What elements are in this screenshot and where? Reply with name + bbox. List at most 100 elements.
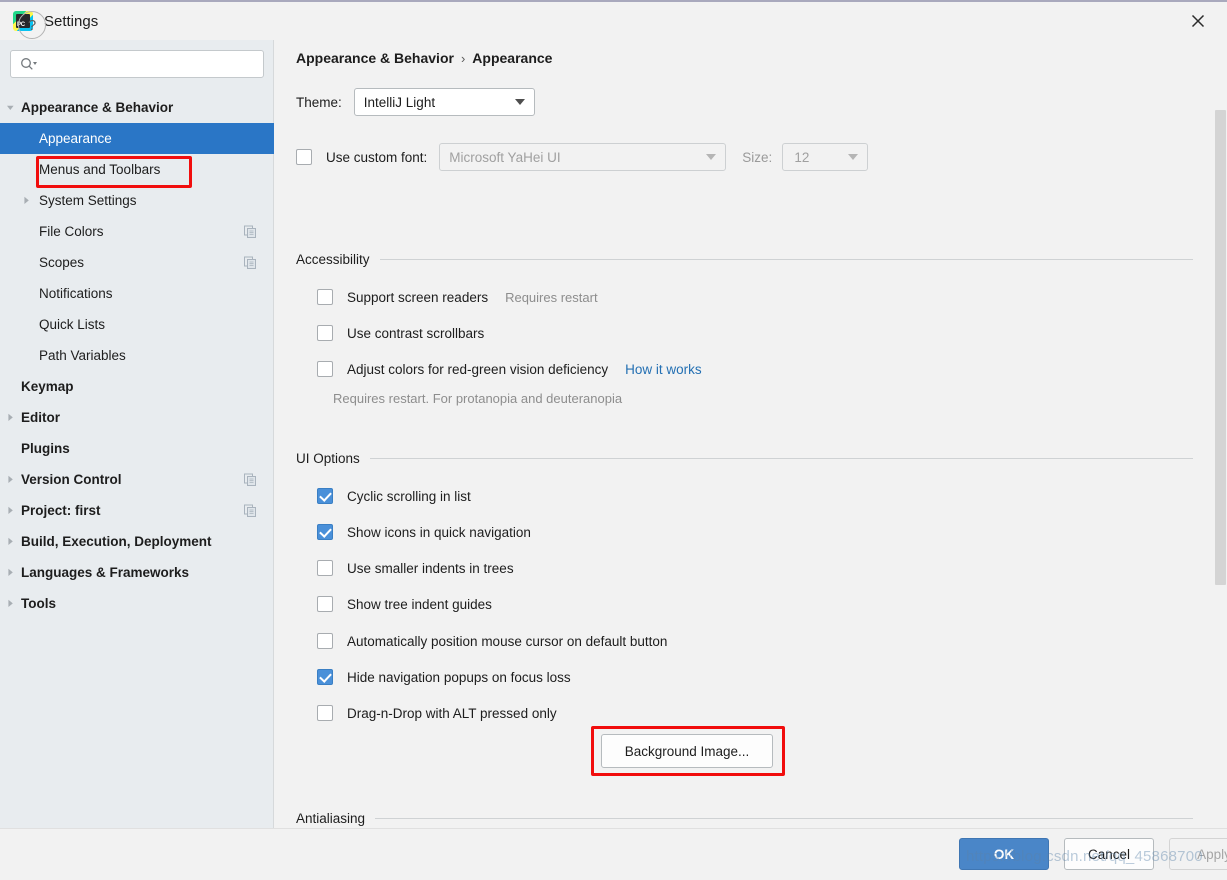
settings-dialog: Settings Appearance & BehaviorAppearance… [0,0,1227,880]
tree-indent-guides-label: Show tree indent guides [347,596,492,612]
sidebar-item-version-control[interactable]: Version Control [0,464,274,495]
close-icon[interactable] [1183,9,1213,33]
chevron-right-icon[interactable] [4,597,17,610]
sidebar-item-label: Menus and Toolbars [39,162,161,177]
chevron-down-icon [706,154,717,160]
sidebar-item-project-first[interactable]: Project: first [0,495,274,526]
chevron-right-icon[interactable] [4,473,17,486]
support-screen-readers-label: Support screen readers [347,289,489,305]
sidebar-item-label: Path Variables [39,348,126,363]
adjust-colors-checkbox[interactable] [317,361,333,377]
chevron-right-icon[interactable] [20,194,33,207]
sidebar-item-path-variables[interactable]: Path Variables [0,340,274,371]
drag-n-drop-alt-checkbox[interactable] [317,705,333,721]
chevron-right-icon[interactable] [4,566,17,579]
main-scrollbar-thumb[interactable] [1215,110,1226,585]
tree-indent-guides-checkbox[interactable] [317,596,333,612]
sidebar-item-label: Scopes [39,255,85,270]
project-settings-copy-icon [244,225,257,238]
how-it-works-link[interactable]: How it works [625,362,702,377]
font-size-select[interactable]: 12 [782,143,869,171]
sidebar-item-notifications[interactable]: Notifications [0,278,274,309]
support-screen-readers-row[interactable]: Support screen readers Requires restart [317,289,598,305]
sidebar-item-menus-and-toolbars[interactable]: Menus and Toolbars [0,154,274,185]
tree-indent-guides-row[interactable]: Show tree indent guides [317,596,492,612]
search-box[interactable] [10,50,264,78]
sidebar-item-scopes[interactable]: Scopes [0,247,274,278]
ok-button[interactable]: OK [959,838,1049,870]
sidebar-item-tools[interactable]: Tools [0,588,274,619]
chevron-down-icon [848,154,859,160]
auto-position-cursor-checkbox[interactable] [317,633,333,649]
drag-n-drop-alt-row[interactable]: Drag-n-Drop with ALT pressed only [317,705,557,721]
use-custom-font-label: Use custom font: [326,149,428,165]
help-button[interactable]: ? [18,11,46,39]
sidebar-item-label: Appearance [39,131,112,146]
adjust-colors-row[interactable]: Adjust colors for red-green vision defic… [317,361,702,377]
theme-row: Theme: IntelliJ Light [296,88,535,116]
custom-font-value: Microsoft YaHei UI [449,149,561,165]
custom-font-select[interactable]: Microsoft YaHei UI [439,143,727,171]
font-size-label: Size: [742,149,773,165]
sidebar-item-label: Appearance & Behavior [21,100,174,115]
section-divider [379,259,1193,260]
window-title: Settings [44,12,99,30]
ui-options-title: UI Options [296,451,360,466]
sidebar-item-label: Notifications [39,286,113,301]
antialiasing-title: Antialiasing [296,811,366,826]
sidebar-item-keymap[interactable]: Keymap [0,371,274,402]
sidebar-item-plugins[interactable]: Plugins [0,433,274,464]
sidebar-item-languages-frameworks[interactable]: Languages & Frameworks [0,557,274,588]
theme-value: IntelliJ Light [363,94,436,110]
breadcrumb-separator-icon: › [460,50,466,66]
sidebar-item-appearance-behavior[interactable]: Appearance & Behavior [0,92,274,123]
cyclic-scrolling-checkbox[interactable] [317,488,333,504]
drag-n-drop-alt-label: Drag-n-Drop with ALT pressed only [347,705,557,721]
project-settings-copy-icon [244,473,257,486]
show-icons-quick-nav-row[interactable]: Show icons in quick navigation [317,524,531,540]
sidebar-item-quick-lists[interactable]: Quick Lists [0,309,274,340]
hide-nav-popups-row[interactable]: Hide navigation popups on focus loss [317,669,571,685]
accessibility-note: Requires restart. For protanopia and deu… [333,391,623,406]
sidebar-item-label: Keymap [21,379,74,394]
show-icons-quick-nav-checkbox[interactable] [317,524,333,540]
search-input[interactable] [41,55,256,73]
hide-nav-popups-checkbox[interactable] [317,669,333,685]
use-contrast-scrollbars-row[interactable]: Use contrast scrollbars [317,325,484,341]
show-icons-quick-nav-label: Show icons in quick navigation [347,524,531,540]
ui-options-section-header: UI Options [296,451,1193,466]
sidebar-item-build-execution-deployment[interactable]: Build, Execution, Deployment [0,526,274,557]
project-settings-copy-icon [244,504,257,517]
settings-sidebar: Appearance & Behavior Appearance Menus and… [0,40,274,830]
sidebar-item-editor[interactable]: Editor [0,402,274,433]
chevron-down-icon[interactable] [4,101,17,114]
accessibility-section-header: Accessibility [296,252,1193,267]
smaller-indents-row[interactable]: Use smaller indents in trees [317,560,514,576]
cyclic-scrolling-label: Cyclic scrolling in list [347,488,471,504]
background-image-button[interactable]: Background Image... [601,734,773,768]
apply-button: Apply [1169,838,1227,870]
main-scrollbar-track[interactable] [1213,40,1227,830]
breadcrumb-current: Appearance [472,50,553,66]
chevron-right-icon[interactable] [4,504,17,517]
sidebar-item-label: Version Control [21,472,122,487]
smaller-indents-label: Use smaller indents in trees [347,560,514,576]
sidebar-item-system-settings[interactable]: System Settings [0,185,274,216]
use-contrast-scrollbars-checkbox[interactable] [317,325,333,341]
chevron-right-icon[interactable] [4,411,17,424]
smaller-indents-checkbox[interactable] [317,560,333,576]
chevron-right-icon[interactable] [4,535,17,548]
cancel-button[interactable]: Cancel [1064,838,1154,870]
settings-main-panel: Appearance & Behavior › Appearance Theme… [275,40,1227,830]
theme-select[interactable]: IntelliJ Light [353,88,535,116]
sidebar-item-label: System Settings [39,193,137,208]
title-bar: Settings [0,2,1227,40]
sidebar-item-appearance[interactable]: Appearance [0,123,274,154]
support-screen-readers-checkbox[interactable] [317,289,333,305]
use-custom-font-checkbox[interactable] [296,149,312,165]
breadcrumb-root[interactable]: Appearance & Behavior [296,50,454,66]
section-divider [375,818,1193,819]
cyclic-scrolling-row[interactable]: Cyclic scrolling in list [317,488,471,504]
auto-position-cursor-row[interactable]: Automatically position mouse cursor on d… [317,633,667,649]
sidebar-item-file-colors[interactable]: File Colors [0,216,274,247]
